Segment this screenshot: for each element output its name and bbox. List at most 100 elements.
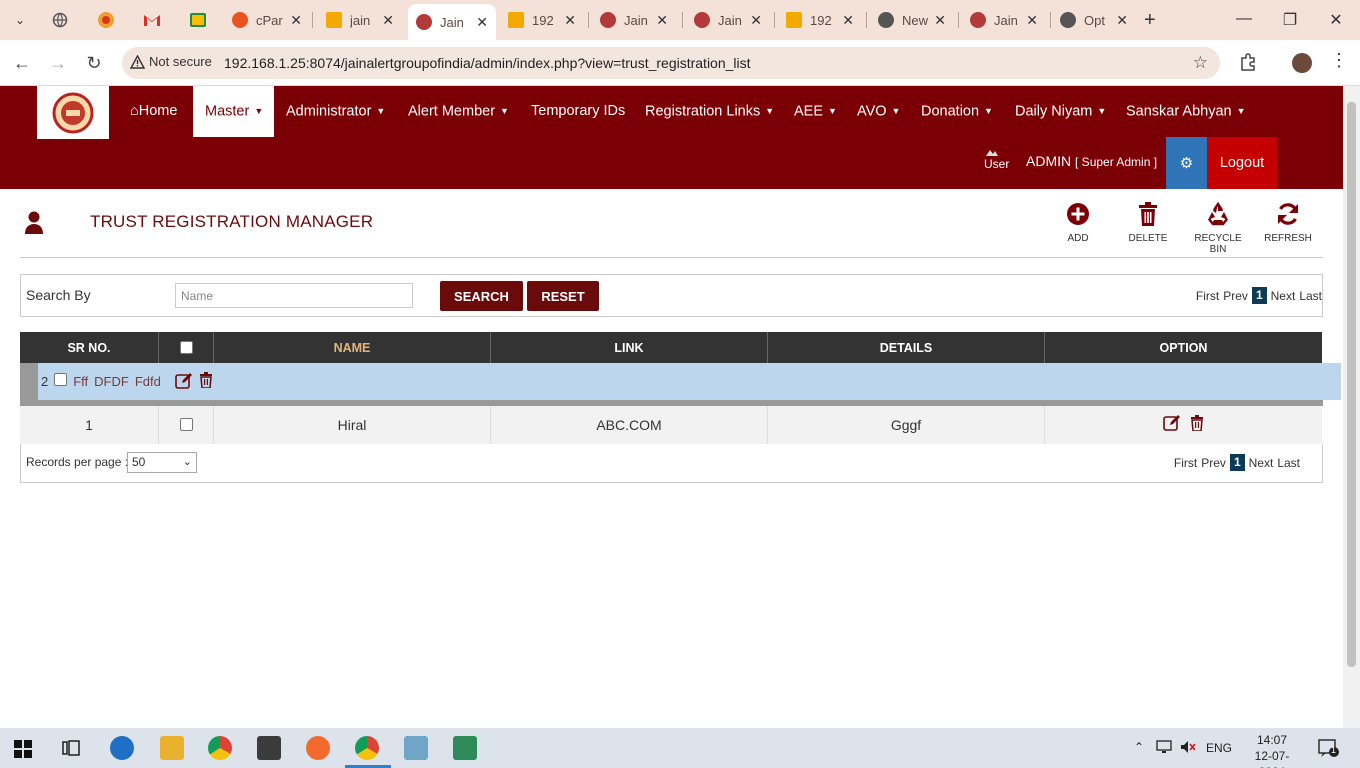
file-explorer-icon[interactable] <box>160 736 184 760</box>
page-scrollbar[interactable] <box>1343 86 1360 728</box>
network-icon[interactable] <box>1156 740 1174 757</box>
pager-current-page[interactable]: 1 <box>1229 454 1245 471</box>
pager-prev-link[interactable]: Prev <box>1223 289 1248 303</box>
settings-button[interactable]: ⚙ <box>1166 137 1207 189</box>
header-option[interactable]: OPTION <box>1045 332 1322 364</box>
tray-overflow-icon[interactable]: ⌃ <box>1134 740 1144 754</box>
pinned-tab-app[interactable] <box>88 8 124 32</box>
nav-master[interactable]: Master ▼ <box>193 86 274 137</box>
pinned-tab-gmail[interactable] <box>134 8 170 32</box>
edit-icon[interactable] <box>1163 407 1181 445</box>
chrome-active-icon[interactable] <box>355 736 379 760</box>
select-all-checkbox[interactable] <box>179 341 193 354</box>
browser-tab-7[interactable]: 192 ✕ <box>778 6 862 34</box>
browser-tab-8[interactable]: New ✕ <box>870 6 954 34</box>
header-details[interactable]: DETAILS <box>768 332 1045 364</box>
notification-center-icon[interactable]: 1 <box>1318 738 1340 761</box>
minimize-icon[interactable]: — <box>1234 10 1254 28</box>
reload-icon[interactable]: ↻ <box>83 52 105 74</box>
close-tab-icon[interactable]: ✕ <box>842 12 854 29</box>
browser-tab-active[interactable]: Jain ✕ <box>408 4 496 40</box>
search-name-input[interactable] <box>175 283 413 308</box>
profile-avatar[interactable] <box>1292 53 1312 73</box>
user-avatar[interactable]: User <box>981 144 1011 176</box>
header-sr-no[interactable]: SR NO. <box>20 332 159 364</box>
extensions-icon[interactable] <box>1238 52 1258 72</box>
edge-icon[interactable] <box>110 736 134 760</box>
browser-tab-1[interactable]: cPar ✕ <box>224 6 310 34</box>
nav-alert-member[interactable]: Alert Member ▼ <box>396 86 521 137</box>
forward-icon[interactable]: → <box>47 52 69 74</box>
refresh-button[interactable]: REFRESH <box>1256 202 1320 244</box>
header-name[interactable]: NAME <box>214 332 491 364</box>
postman-icon[interactable] <box>306 736 330 760</box>
language-indicator[interactable]: ENG <box>1206 741 1232 755</box>
back-icon[interactable]: ← <box>11 52 33 74</box>
nav-home[interactable]: ⌂Home <box>118 86 189 137</box>
trash-icon[interactable] <box>1190 407 1204 445</box>
dragging-row[interactable]: 2 Fff DFDF Fdfd <box>38 363 1341 400</box>
browser-menu-icon[interactable]: ⋮ <box>1330 50 1348 71</box>
chrome-icon[interactable] <box>208 736 232 760</box>
nav-avo[interactable]: AVO ▼ <box>845 86 912 137</box>
restore-icon[interactable]: ❐ <box>1280 10 1300 30</box>
trash-icon[interactable] <box>199 372 213 391</box>
pager-next-link[interactable]: Next <box>1271 289 1296 303</box>
site-logo[interactable] <box>37 86 109 139</box>
nav-aee[interactable]: AEE ▼ <box>782 86 849 137</box>
address-bar[interactable]: Not secure 192.168.1.25:8074/jainalertgr… <box>122 47 1220 79</box>
search-button[interactable]: SEARCH <box>440 281 523 311</box>
close-tab-icon[interactable]: ✕ <box>1116 12 1128 29</box>
add-button[interactable]: ADD <box>1046 202 1110 244</box>
nav-donation[interactable]: Donation ▼ <box>909 86 1005 137</box>
edit-icon[interactable] <box>175 372 193 392</box>
sublime-text-icon[interactable] <box>257 736 281 760</box>
nav-sanskar-abhyan[interactable]: Sanskar Abhyan ▼ <box>1114 86 1258 137</box>
nav-daily-niyam[interactable]: Daily Niyam ▼ <box>1003 86 1118 137</box>
close-tab-icon[interactable]: ✕ <box>290 12 302 29</box>
nav-administrator[interactable]: Administrator ▼ <box>274 86 397 137</box>
pager-current-page[interactable]: 1 <box>1251 287 1267 304</box>
close-tab-icon[interactable]: ✕ <box>382 12 394 29</box>
close-tab-icon[interactable]: ✕ <box>476 14 488 31</box>
browser-tab-5[interactable]: Jain ✕ <box>592 6 676 34</box>
close-tab-icon[interactable]: ✕ <box>656 12 668 29</box>
browser-tab-10[interactable]: Opt ✕ <box>1052 6 1136 34</box>
reset-button[interactable]: RESET <box>527 281 599 311</box>
volume-muted-icon[interactable] <box>1180 740 1196 757</box>
browser-tab-2[interactable]: jain ✕ <box>318 6 402 34</box>
header-link[interactable]: LINK <box>491 332 768 364</box>
scrollbar-thumb[interactable] <box>1347 102 1356 667</box>
windows-start-icon[interactable] <box>14 740 32 763</box>
close-tab-icon[interactable]: ✕ <box>1026 12 1038 29</box>
pager-first-link[interactable]: First <box>1174 456 1197 470</box>
spreadsheet-app-icon[interactable] <box>453 736 477 760</box>
pager-prev-link[interactable]: Prev <box>1201 456 1226 470</box>
row-checkbox[interactable] <box>54 373 68 386</box>
browser-tab-4[interactable]: 192 ✕ <box>500 6 584 34</box>
close-tab-icon[interactable]: ✕ <box>750 12 762 29</box>
new-tab-icon[interactable]: + <box>1144 9 1156 32</box>
task-view-icon[interactable] <box>62 740 80 761</box>
pager-next-link[interactable]: Next <box>1249 456 1274 470</box>
close-tab-icon[interactable]: ✕ <box>564 12 576 29</box>
close-window-icon[interactable]: ✕ <box>1326 10 1346 30</box>
delete-button[interactable]: DELETE <box>1116 202 1180 244</box>
close-tab-icon[interactable]: ✕ <box>934 12 946 29</box>
browser-tab-9[interactable]: Jain ✕ <box>962 6 1046 34</box>
security-indicator[interactable]: Not secure <box>130 54 212 69</box>
pager-last-link[interactable]: Last <box>1299 289 1322 303</box>
pager-first-link[interactable]: First <box>1196 289 1219 303</box>
recycle-bin-button[interactable]: RECYCLE BIN <box>1186 201 1250 255</box>
pinned-tab-classroom[interactable] <box>180 8 216 32</box>
bookmark-star-icon[interactable]: ☆ <box>1193 53 1208 73</box>
pager-last-link[interactable]: Last <box>1277 456 1300 470</box>
url-text[interactable]: 192.168.1.25:8074/jainalertgroupofindia/… <box>224 55 751 71</box>
records-per-page-select[interactable]: 50 ⌄ <box>127 452 197 473</box>
nav-registration-links[interactable]: Registration Links ▼ <box>633 86 786 137</box>
logout-button[interactable]: Logout <box>1207 137 1277 189</box>
tab-search-dropdown-icon[interactable]: ⌄ <box>10 10 30 30</box>
clock[interactable]: 14:07 12-07-2024 <box>1244 732 1300 768</box>
nav-temporary-ids[interactable]: Temporary IDs <box>519 86 637 137</box>
row-checkbox[interactable] <box>179 418 193 431</box>
